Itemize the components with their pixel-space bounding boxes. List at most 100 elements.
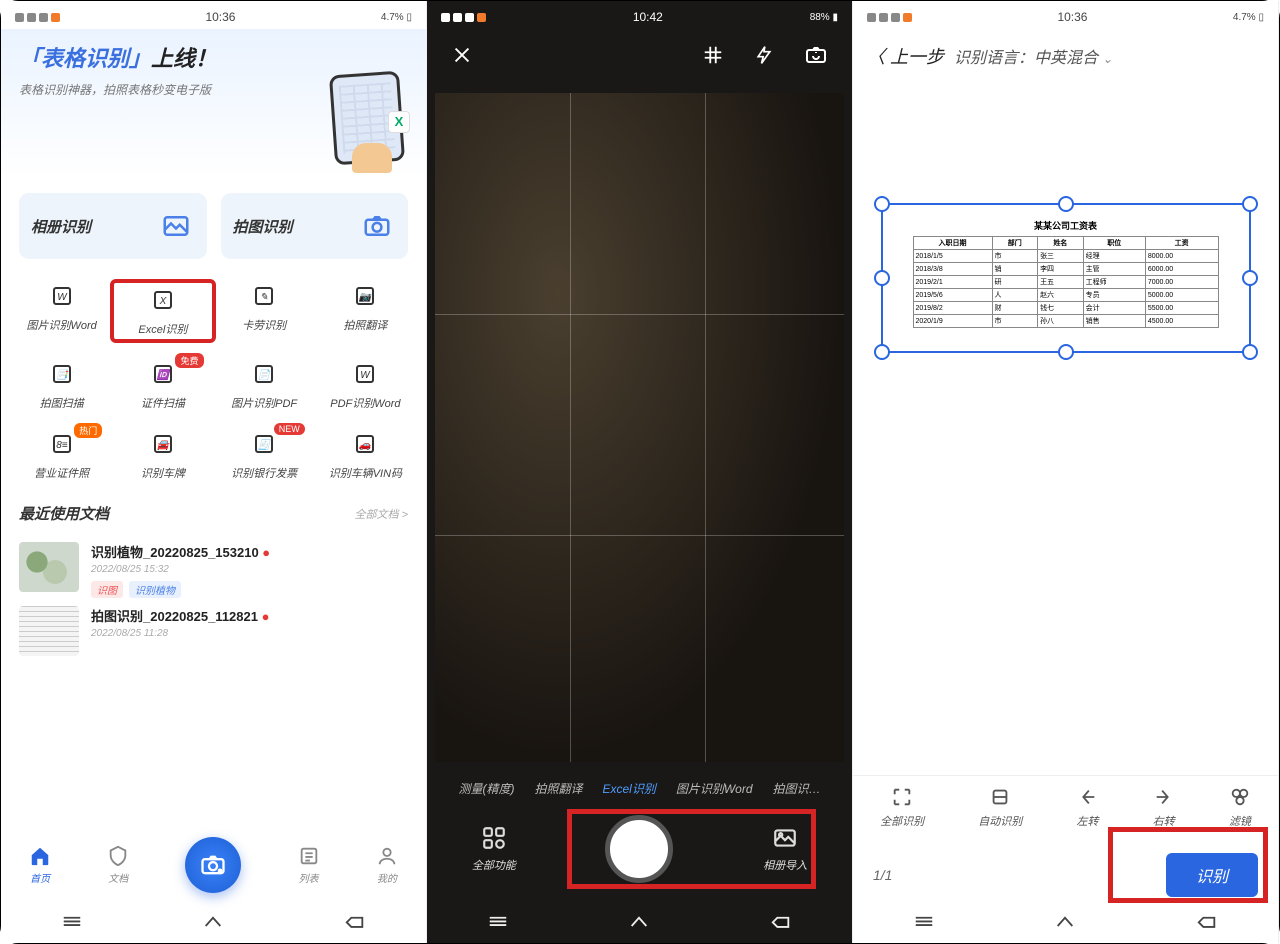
status-right: 88% ▮ bbox=[810, 12, 838, 23]
all-functions-button[interactable]: 全部功能 bbox=[472, 825, 516, 873]
sys-menu-icon[interactable] bbox=[61, 915, 83, 929]
svg-text:📑: 📑 bbox=[55, 368, 69, 381]
nav-camera-button[interactable] bbox=[185, 837, 241, 893]
tool-9[interactable]: 🚘识别车牌 bbox=[112, 429, 213, 481]
tool-label: 识别车辆VIN码 bbox=[329, 465, 402, 481]
crop-handle[interactable] bbox=[1242, 344, 1258, 360]
camera-viewfinder[interactable] bbox=[435, 93, 844, 762]
sys-menu-icon[interactable] bbox=[487, 915, 509, 929]
grid-icon[interactable] bbox=[702, 44, 724, 72]
tool-label: 识别银行发票 bbox=[231, 465, 297, 481]
back-button[interactable]: 〈 上一步 bbox=[867, 43, 944, 69]
crop-tool-3[interactable]: 右转 bbox=[1153, 786, 1175, 829]
crop-handle[interactable] bbox=[874, 196, 890, 212]
tool-5[interactable]: 免费🆔证件扫描 bbox=[112, 359, 213, 411]
status-time: 10:36 bbox=[205, 10, 235, 24]
tool-3[interactable]: 📷拍照翻译 bbox=[315, 281, 416, 341]
banner-title-black: 上线！ bbox=[151, 46, 217, 71]
system-nav bbox=[853, 905, 1278, 943]
tool-icon: 📑 bbox=[47, 359, 77, 389]
camera-mode[interactable]: Excel识别 bbox=[602, 780, 655, 797]
sys-back-icon[interactable] bbox=[770, 915, 792, 929]
doc-tag[interactable]: 识别植物 bbox=[129, 581, 181, 598]
recent-more[interactable]: 全部文档 > bbox=[355, 506, 408, 522]
camera-recognize-label: 拍图识别 bbox=[233, 216, 293, 237]
close-icon[interactable] bbox=[451, 44, 473, 72]
banner-illustration: X bbox=[310, 73, 410, 173]
crop-handle[interactable] bbox=[874, 270, 890, 286]
sys-home-icon[interactable] bbox=[628, 915, 650, 929]
camera-mode[interactable]: 测量(精度) bbox=[458, 780, 514, 797]
doc-name: 识别植物_20220825_153210 ● bbox=[91, 542, 408, 561]
status-time: 10:36 bbox=[1057, 10, 1087, 24]
camera-recognize-button[interactable]: 拍图识别 bbox=[221, 193, 409, 259]
tool-1[interactable]: X Excel识别 bbox=[112, 281, 213, 341]
tool-10[interactable]: NEW🧾识别银行发票 bbox=[214, 429, 315, 481]
svg-text:W: W bbox=[57, 292, 68, 303]
tool-icon: 🚗 bbox=[350, 429, 380, 459]
crop-frame[interactable]: 某某公司工资表 入职日期部门姓名职位工资2018/1/5市张三经理8000.00… bbox=[881, 203, 1251, 353]
album-recognize-button[interactable]: 相册识别 bbox=[19, 193, 207, 259]
flash-icon[interactable] bbox=[754, 44, 774, 72]
sys-menu-icon[interactable] bbox=[913, 915, 935, 929]
table-preview: 某某公司工资表 入职日期部门姓名职位工资2018/1/5市张三经理8000.00… bbox=[913, 219, 1219, 328]
sys-home-icon[interactable] bbox=[202, 915, 224, 929]
recent-doc[interactable]: 拍图识别_20220825_112821 ● 2022/08/25 11:28 bbox=[19, 606, 408, 656]
tool-icon: 📄 bbox=[249, 359, 279, 389]
crop-handle[interactable] bbox=[874, 344, 890, 360]
crop-handle[interactable] bbox=[1058, 196, 1074, 212]
svg-text:🧾: 🧾 bbox=[258, 438, 272, 451]
tool-0[interactable]: W 图片识别Word bbox=[11, 281, 112, 341]
recent-doc[interactable]: 识别植物_20220825_153210 ● 2022/08/25 15:32 … bbox=[19, 542, 408, 598]
tool-icon: W bbox=[47, 281, 77, 311]
tool-label: 图片识别Word bbox=[26, 317, 96, 333]
tools-grid: W图片识别WordXExcel识别✎卡劳识别📷拍照翻译📑拍图扫描免费🆔证件扫描📄… bbox=[11, 281, 416, 481]
crop-tool-2[interactable]: 左转 bbox=[1076, 786, 1098, 829]
nav-docs[interactable]: 文档 bbox=[107, 845, 129, 885]
nav-list[interactable]: 列表 bbox=[298, 845, 320, 885]
recognize-button[interactable]: 识别 bbox=[1166, 853, 1258, 897]
tool-6[interactable]: 📄图片识别PDF bbox=[214, 359, 315, 411]
doc-time: 2022/08/25 15:32 bbox=[91, 564, 408, 575]
tool-label: PDF识别Word bbox=[330, 395, 400, 411]
camera-modes[interactable]: 测量(精度) 拍照翻译 Excel识别 图片识别Word 拍图识… bbox=[427, 768, 852, 809]
banner-title-blue: 「表格识别」 bbox=[19, 46, 151, 71]
crop-tool-0[interactable]: 全部识别 bbox=[880, 786, 924, 829]
nav-home[interactable]: 首页 bbox=[29, 845, 51, 885]
tool-label: 证件扫描 bbox=[141, 395, 185, 411]
sys-back-icon[interactable] bbox=[1196, 915, 1218, 929]
tool-icon: 8≡ bbox=[47, 429, 77, 459]
chevron-down-icon: ⌄ bbox=[1103, 52, 1113, 66]
nav-me[interactable]: 我的 bbox=[376, 845, 398, 885]
tool-7[interactable]: WPDF识别Word bbox=[315, 359, 416, 411]
tool-icon: 🚘 bbox=[148, 429, 178, 459]
recent-header: 最近使用文档 bbox=[19, 503, 109, 524]
crop-handle[interactable] bbox=[1058, 344, 1074, 360]
sys-home-icon[interactable] bbox=[1054, 915, 1076, 929]
system-nav bbox=[427, 905, 852, 943]
camera-mode[interactable]: 图片识别Word bbox=[676, 780, 753, 797]
crop-tool-1[interactable]: 自动识别 bbox=[978, 786, 1022, 829]
svg-text:X: X bbox=[159, 296, 167, 307]
camera-mode[interactable]: 拍图识… bbox=[773, 780, 821, 797]
crop-tool-4[interactable]: 滤镜 bbox=[1229, 786, 1251, 829]
tool-8[interactable]: 热门8≡营业证件照 bbox=[11, 429, 112, 481]
tool-label: Excel识别 bbox=[138, 321, 187, 337]
doc-tag[interactable]: 识图 bbox=[91, 581, 123, 598]
svg-text:8≡: 8≡ bbox=[56, 440, 68, 451]
crop-handle[interactable] bbox=[1242, 196, 1258, 212]
crop-handle[interactable] bbox=[1242, 270, 1258, 286]
tool-icon: X bbox=[148, 285, 178, 315]
banner[interactable]: 「表格识别」上线！ 表格识别神器，拍照表格秒变电子版 X bbox=[1, 29, 426, 179]
tool-11[interactable]: 🚗 识别车辆VIN码 bbox=[315, 429, 416, 481]
sys-back-icon[interactable] bbox=[344, 915, 366, 929]
highlight-box bbox=[567, 809, 816, 889]
tool-2[interactable]: ✎卡劳识别 bbox=[214, 281, 315, 341]
camera-mode[interactable]: 拍照翻译 bbox=[534, 780, 582, 797]
tool-4[interactable]: 📑拍图扫描 bbox=[11, 359, 112, 411]
status-bar: 10:36 4.7% ▯ bbox=[1, 1, 426, 29]
language-selector[interactable]: 识别语言：中英混合 ⌄ bbox=[954, 44, 1113, 68]
status-right: 4.7% ▯ bbox=[381, 12, 412, 23]
flip-camera-icon[interactable] bbox=[804, 43, 828, 73]
album-icon bbox=[157, 207, 195, 245]
